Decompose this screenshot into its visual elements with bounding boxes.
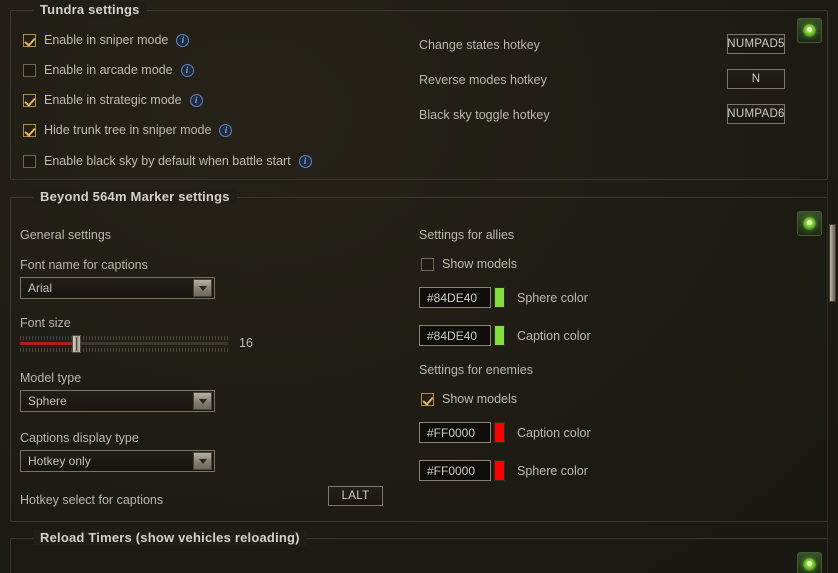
label-model-type: Model type [20,371,82,385]
color-swatch-enemies-caption[interactable] [494,422,505,443]
color-field-allies-caption[interactable]: #84DE40 Caption color [419,325,591,346]
checkbox-label-enable-strategic-mode: Enable in strategic mode [44,93,182,107]
info-icon-enable-arcade-mode[interactable]: i [180,63,194,77]
hotkey-input-captions-select[interactable]: LALT [328,486,383,506]
color-swatch-allies-caption[interactable] [494,325,505,346]
color-input-allies-caption[interactable]: #84DE40 [419,325,491,346]
checkbox-enable-sniper-mode[interactable] [23,33,36,47]
hotkey-input-reverse-modes[interactable]: N [727,69,785,89]
section-reload-timers: Reload Timers (show vehicles reloading) [10,530,828,573]
checkbox-label-hide-trunk-tree: Hide trunk tree in sniper mode [44,123,212,137]
checkbox-enable-arcade-mode[interactable] [23,63,36,77]
checkbox-row-enable-sniper-mode[interactable]: Enable in sniper mode i [23,33,190,47]
power-orb-icon [803,24,816,37]
label-black-sky-toggle-hotkey: Black sky toggle hotkey [419,108,550,122]
checkbox-label-enable-black-sky: Enable black sky by default when battle … [44,154,291,168]
checkbox-row-enable-arcade-mode[interactable]: Enable in arcade mode i [23,63,194,77]
section-marker-legend: Beyond 564m Marker settings [33,189,237,204]
label-font-size: Font size [20,316,71,330]
section-marker-settings: Beyond 564m Marker settings General sett… [10,189,828,522]
power-orb-icon [803,558,816,571]
slider-font-size[interactable] [20,335,228,353]
checkbox-label-enable-sniper-mode: Enable in sniper mode [44,33,169,47]
section-tundra-settings: Tundra settings Enable in sniper mode i … [10,2,828,180]
chevron-down-icon[interactable] [193,452,212,470]
label-captions-display-type: Captions display type [20,431,139,445]
reset-reload-button[interactable] [797,552,822,573]
label-hotkey-select-for-captions: Hotkey select for captions [20,493,164,507]
section-reload-timers-legend: Reload Timers (show vehicles reloading) [33,530,307,545]
dropdown-captions-display-type-value: Hotkey only [28,454,91,468]
hotkey-input-black-sky-toggle[interactable]: NUMPAD6 [727,104,785,124]
heading-settings-for-allies: Settings for allies [419,228,515,242]
color-input-enemies-sphere[interactable]: #FF0000 [419,460,491,481]
slider-handle[interactable] [72,335,81,353]
dropdown-captions-display-type[interactable]: Hotkey only [20,450,215,472]
scrollbar-thumb[interactable] [829,224,836,302]
checkbox-label-enable-arcade-mode: Enable in arcade mode [44,63,173,77]
checkbox-row-allies-show-models[interactable]: Show models [421,257,517,271]
reset-tundra-button[interactable] [797,18,822,43]
checkbox-label-allies-show-models: Show models [442,257,518,271]
info-icon-enable-sniper-mode[interactable]: i [176,33,190,47]
checkbox-enable-strategic-mode[interactable] [23,93,36,107]
color-field-allies-sphere[interactable]: #84DE40 Sphere color [419,287,588,308]
reset-marker-button[interactable] [797,211,822,236]
dropdown-model-type-value: Sphere [28,394,67,408]
dropdown-font-name-value: Arial [28,281,53,295]
label-font-name-for-captions: Font name for captions [20,258,148,272]
chevron-down-icon[interactable] [193,392,212,410]
checkbox-hide-trunk-tree[interactable] [23,123,36,137]
color-label-enemies-caption: Caption color [517,425,591,440]
vertical-scrollbar[interactable] [827,182,836,573]
checkbox-row-enable-black-sky[interactable]: Enable black sky by default when battle … [23,154,312,168]
color-label-allies-sphere: Sphere color [517,290,588,305]
color-field-enemies-sphere[interactable]: #FF0000 Sphere color [419,460,588,481]
checkbox-allies-show-models[interactable] [421,257,434,271]
color-input-allies-sphere[interactable]: #84DE40 [419,287,491,308]
dropdown-font-name[interactable]: Arial [20,277,215,299]
color-label-allies-caption: Caption color [517,328,591,343]
checkbox-row-hide-trunk-tree[interactable]: Hide trunk tree in sniper mode i [23,123,233,137]
label-reverse-modes-hotkey: Reverse modes hotkey [419,73,547,87]
section-tundra-legend: Tundra settings [33,2,147,17]
info-icon-enable-black-sky[interactable]: i [298,154,312,168]
color-label-enemies-sphere: Sphere color [517,463,588,478]
info-icon-hide-trunk-tree[interactable]: i [219,123,233,137]
power-orb-icon [803,217,816,230]
hotkey-input-change-states[interactable]: NUMPAD5 [727,34,785,54]
chevron-down-icon[interactable] [193,279,212,297]
color-swatch-enemies-sphere[interactable] [494,460,505,481]
info-icon-enable-strategic-mode[interactable]: i [189,93,203,107]
dropdown-model-type[interactable]: Sphere [20,390,215,412]
checkbox-row-enable-strategic-mode[interactable]: Enable in strategic mode i [23,93,203,107]
checkbox-label-enemies-show-models: Show models [442,392,518,406]
heading-general-settings: General settings [20,228,112,242]
slider-ticks [20,336,228,352]
checkbox-enable-black-sky[interactable] [23,154,36,168]
settings-panel: Tundra settings Enable in sniper mode i … [0,0,838,573]
color-input-enemies-caption[interactable]: #FF0000 [419,422,491,443]
color-field-enemies-caption[interactable]: #FF0000 Caption color [419,422,591,443]
label-change-states-hotkey: Change states hotkey [419,38,540,52]
slider-font-size-value: 16 [239,336,253,350]
heading-settings-for-enemies: Settings for enemies [419,363,533,377]
checkbox-row-enemies-show-models[interactable]: Show models [421,392,517,406]
checkbox-enemies-show-models[interactable] [421,392,434,406]
color-swatch-allies-sphere[interactable] [494,287,505,308]
